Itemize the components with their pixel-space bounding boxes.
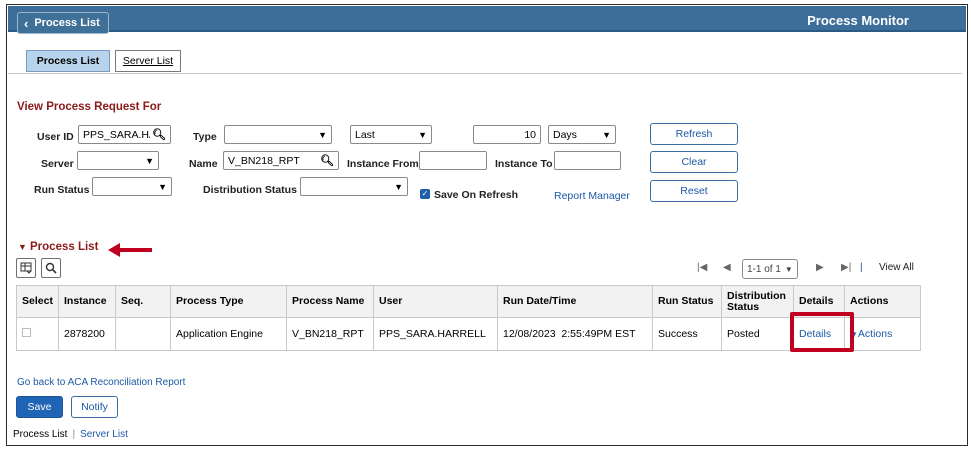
server-label: Server	[41, 158, 74, 170]
user-id-input[interactable]: PPS_SARA.HA 🔍︎	[78, 125, 171, 144]
column-header-process-name[interactable]: Process Name	[286, 285, 374, 318]
user-id-value: PPS_SARA.HA	[83, 128, 151, 141]
run-status-label: Run Status	[34, 184, 90, 196]
chevron-left-icon: ‹	[24, 15, 29, 31]
report-manager-link[interactable]: Report Manager	[554, 190, 630, 202]
page-title: Process Monitor	[807, 13, 909, 28]
bottom-nav-process-list[interactable]: Process List	[13, 429, 67, 440]
tab-process-list[interactable]: Process List	[26, 50, 110, 72]
table-row: 2878200 Application Engine V_BN218_RPT P…	[16, 317, 921, 351]
reset-button[interactable]: Reset	[650, 180, 738, 202]
nav-separator: |	[72, 429, 76, 440]
type-label: Type	[193, 131, 217, 143]
search-icon[interactable]: 🔍︎	[152, 128, 166, 141]
days-value: Days	[553, 128, 577, 141]
pager-separator: |	[860, 262, 863, 273]
run-status-cell: Success	[652, 317, 722, 351]
pager-range-value: 1-1 of 1	[747, 263, 781, 275]
last-value: Last	[355, 128, 375, 141]
column-header-actions: Actions	[844, 285, 921, 318]
chevron-down-icon: ▼	[784, 264, 793, 274]
distribution-status-cell: Posted	[721, 317, 794, 351]
instance-from-label: Instance From	[347, 158, 419, 170]
pager-next-icon[interactable]: ▶	[816, 262, 824, 273]
last-select[interactable]: Last ▼	[350, 125, 432, 144]
chevron-down-icon: ▼	[145, 155, 154, 166]
table-header-row: Select Instance Seq. Process Type Proces…	[16, 285, 921, 318]
tab-divider	[8, 73, 962, 74]
back-to-process-list-button[interactable]: ‹ Process List	[17, 12, 109, 34]
process-name-cell: V_BN218_RPT	[286, 317, 374, 351]
personalize-grid-icon[interactable]	[16, 258, 36, 278]
column-header-instance[interactable]: Instance	[58, 285, 116, 318]
save-on-refresh-checkbox[interactable]: ✓	[420, 189, 430, 199]
bottom-nav-server-list[interactable]: Server List	[80, 429, 128, 440]
user-cell: PPS_SARA.HARRELL	[373, 317, 498, 351]
pager-first-icon[interactable]: |◀	[697, 262, 707, 273]
notify-button[interactable]: Notify	[71, 396, 118, 418]
pager-prev-icon[interactable]: ◀	[723, 262, 731, 273]
bottom-nav: Process List | Server List	[13, 429, 128, 440]
user-id-label: User ID	[37, 131, 74, 143]
actions-cell: ▼Actions	[844, 317, 921, 351]
find-in-grid-icon[interactable]	[41, 258, 61, 278]
clear-button[interactable]: Clear	[650, 151, 738, 173]
row-select-checkbox[interactable]	[22, 328, 31, 337]
instance-to-label: Instance To	[495, 158, 553, 170]
name-label: Name	[189, 158, 218, 170]
view-all-link[interactable]: View All	[879, 262, 914, 273]
chevron-down-icon: ▼	[158, 181, 167, 192]
name-value: V_BN218_RPT	[228, 154, 300, 167]
process-type-cell: Application Engine	[170, 317, 287, 351]
collapse-triangle-icon[interactable]: ▼	[18, 242, 27, 252]
days-select[interactable]: Days ▼	[548, 125, 616, 144]
type-select[interactable]: ▼	[224, 125, 332, 144]
last-count-value: 10	[524, 128, 536, 141]
pager-range-select[interactable]: 1-1 of 1 ▼	[742, 259, 798, 279]
pager-last-icon[interactable]: ▶|	[841, 262, 851, 273]
tab-server-list-label: Server List	[122, 55, 174, 67]
search-icon[interactable]: 🔍︎	[320, 154, 334, 167]
distribution-status-label: Distribution Status	[203, 184, 297, 196]
distribution-status-select[interactable]: ▼	[300, 177, 408, 196]
column-header-select[interactable]: Select	[16, 285, 59, 318]
tab-server-list[interactable]: Server List	[115, 50, 181, 72]
seq-cell	[115, 317, 171, 351]
column-header-process-type[interactable]: Process Type	[170, 285, 287, 318]
instance-cell: 2878200	[58, 317, 116, 351]
back-to-aca-report-link[interactable]: Go back to ACA Reconciliation Report	[17, 377, 185, 388]
refresh-button[interactable]: Refresh	[650, 123, 738, 145]
instance-from-input[interactable]	[419, 151, 487, 170]
instance-to-input[interactable]	[554, 151, 621, 170]
chevron-down-icon: ▼	[318, 129, 327, 140]
column-header-distribution-status[interactable]: Distribution Status	[721, 285, 794, 318]
row-select-cell	[16, 317, 59, 351]
server-select[interactable]: ▼	[77, 151, 159, 170]
column-header-run-datetime[interactable]: Run Date/Time	[497, 285, 653, 318]
run-status-select[interactable]: ▼	[92, 177, 172, 196]
chevron-down-icon: ▼	[602, 129, 611, 140]
last-count-input[interactable]: 10	[473, 125, 541, 144]
column-header-run-status[interactable]: Run Status	[652, 285, 722, 318]
tab-process-list-label: Process List	[36, 55, 100, 67]
run-datetime-cell: 12/08/2023 2:55:49PM EST	[497, 317, 653, 351]
column-header-user[interactable]: User	[373, 285, 498, 318]
chevron-down-icon: ▼	[418, 129, 427, 140]
actions-label: Actions	[857, 328, 893, 340]
annotation-highlight-box	[790, 312, 854, 352]
actions-menu[interactable]: ▼Actions	[850, 328, 892, 340]
save-on-refresh-label: Save On Refresh	[434, 189, 519, 201]
name-input[interactable]: V_BN218_RPT 🔍︎	[223, 151, 339, 170]
filters-section-title: View Process Request For	[17, 101, 162, 113]
save-button[interactable]: Save	[16, 396, 63, 418]
chevron-down-icon: ▼	[394, 181, 403, 192]
back-button-label: Process List	[34, 17, 100, 29]
annotation-arrow-icon	[108, 243, 152, 257]
column-header-seq[interactable]: Seq.	[115, 285, 171, 318]
process-list-table: Select Instance Seq. Process Type Proces…	[16, 285, 921, 351]
process-list-section-title: Process List	[30, 241, 99, 253]
